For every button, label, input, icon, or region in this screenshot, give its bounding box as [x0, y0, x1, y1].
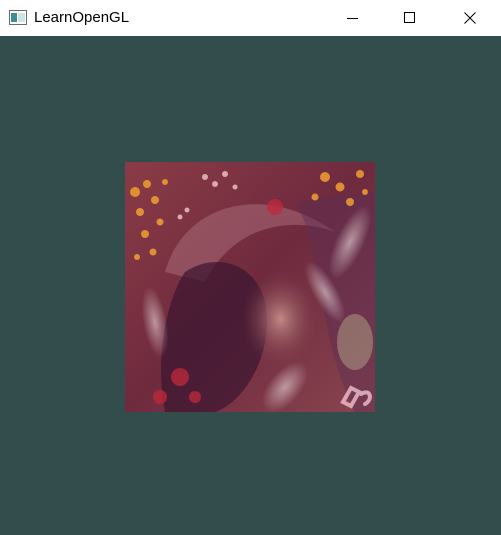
title-bar[interactable]: LearnOpenGL — [0, 0, 501, 36]
blended-texture-quad — [125, 162, 375, 412]
gl-viewport[interactable] — [0, 36, 501, 535]
minimize-icon — [347, 18, 358, 19]
window-app-icon — [9, 10, 27, 25]
maximize-icon — [404, 12, 415, 23]
app-window: LearnOpenGL — [0, 0, 501, 535]
minimize-button[interactable] — [330, 0, 376, 36]
maximize-button[interactable] — [387, 0, 433, 36]
close-button[interactable] — [447, 0, 493, 36]
window-title: LearnOpenGL — [34, 9, 130, 26]
close-icon — [464, 12, 476, 24]
